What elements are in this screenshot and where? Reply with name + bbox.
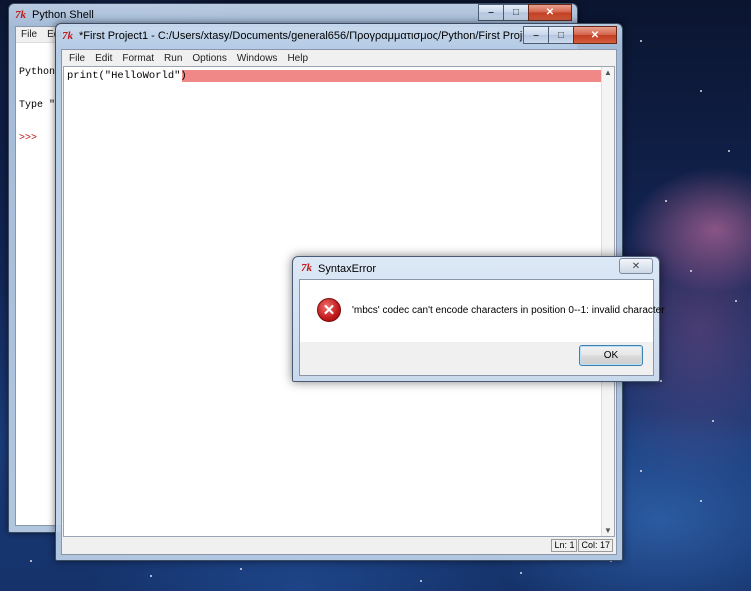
- shell-window-controls: – □ ✕: [478, 4, 572, 21]
- dialog-close-button[interactable]: ✕: [619, 258, 653, 274]
- shell-output: Python Type " >>>: [19, 45, 55, 166]
- ok-button[interactable]: OK: [579, 345, 643, 366]
- maximize-button[interactable]: □: [503, 4, 529, 21]
- dialog-message-area: ✕ 'mbcs' codec can't encode characters i…: [300, 280, 665, 342]
- syntax-error-highlight: [182, 70, 604, 82]
- menu-file[interactable]: File: [16, 29, 42, 40]
- menu-run[interactable]: Run: [159, 53, 187, 64]
- dialog-title: SyntaxError: [318, 262, 377, 275]
- scroll-up-icon[interactable]: ▲: [604, 68, 612, 77]
- tk-icon: 7k: [62, 29, 73, 42]
- scroll-down-icon[interactable]: ▼: [604, 526, 612, 535]
- menu-format[interactable]: Format: [117, 53, 159, 64]
- close-button[interactable]: ✕: [528, 4, 572, 21]
- error-icon: ✕: [317, 298, 341, 322]
- minimize-button[interactable]: –: [478, 4, 504, 21]
- tk-icon: 7k: [301, 262, 312, 274]
- shell-line: Type ": [19, 100, 56, 111]
- dialog-body: ✕ 'mbcs' codec can't encode characters i…: [299, 279, 665, 376]
- status-line: Ln: 1: [551, 539, 578, 552]
- status-col: Col: 17: [578, 539, 613, 552]
- maximize-button[interactable]: □: [548, 26, 574, 44]
- shell-prompt: >>>: [19, 133, 38, 144]
- shell-line: Python: [19, 67, 56, 78]
- code-text: print("HelloWorld"): [67, 70, 187, 82]
- menu-help[interactable]: Help: [282, 53, 313, 64]
- menu-options[interactable]: Options: [187, 53, 231, 64]
- menu-file[interactable]: File: [64, 53, 90, 64]
- editor-title: *First Project1 - C:/Users/xtasy/Documen…: [79, 30, 548, 42]
- editor-window-controls: – □ ✕: [523, 26, 617, 44]
- menu-windows[interactable]: Windows: [232, 53, 283, 64]
- editor-menubar: File Edit Format Run Options Windows Hel…: [64, 50, 313, 66]
- tk-icon: 7k: [15, 8, 26, 21]
- dialog-titlebar[interactable]: 7k SyntaxError: [301, 262, 376, 275]
- close-button[interactable]: ✕: [573, 26, 617, 44]
- status-bar: Ln: 1 Col: 17: [551, 539, 613, 552]
- dialog-message: 'mbcs' codec can't encode characters in …: [352, 305, 665, 316]
- syntax-error-dialog[interactable]: 7k SyntaxError ✕ ✕ 'mbcs' codec can't en…: [292, 256, 665, 382]
- code-line: print("HelloWorld"): [67, 70, 187, 82]
- minimize-button[interactable]: –: [523, 26, 549, 44]
- shell-title: Python Shell: [32, 9, 94, 21]
- menu-edit[interactable]: Edit: [90, 53, 117, 64]
